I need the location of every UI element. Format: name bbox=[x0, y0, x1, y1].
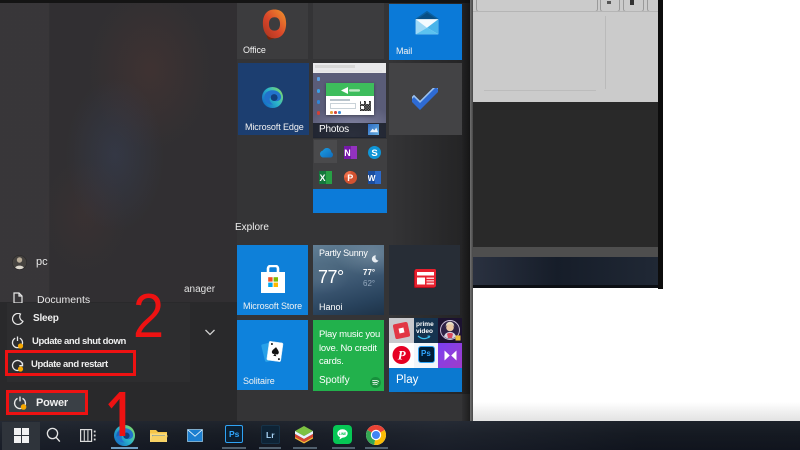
svg-text:LINE: LINE bbox=[339, 432, 346, 436]
svg-text:S: S bbox=[371, 148, 377, 159]
svg-text:W: W bbox=[368, 173, 376, 183]
svg-text:P: P bbox=[347, 173, 353, 183]
svg-text:P: P bbox=[398, 348, 407, 363]
svg-text:X: X bbox=[319, 173, 325, 183]
svg-text:N: N bbox=[344, 148, 351, 158]
